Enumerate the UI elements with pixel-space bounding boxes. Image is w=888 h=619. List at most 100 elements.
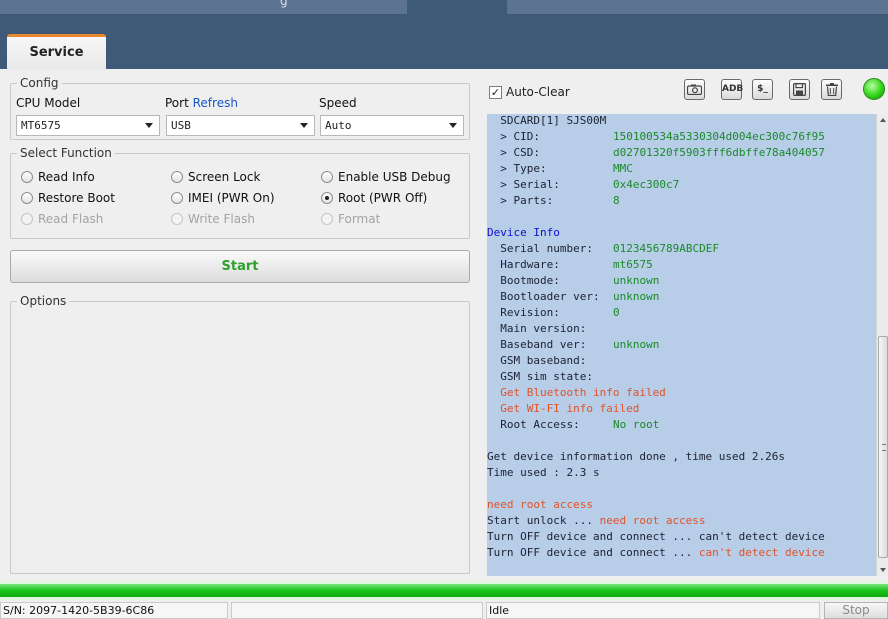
auto-clear-label: Auto-Clear <box>506 85 570 99</box>
log-line: Start unlock ... need root access <box>487 513 706 529</box>
config-title: Config <box>17 76 62 90</box>
scroll-down-icon[interactable] <box>880 568 886 572</box>
log-text: Bootmode: <box>487 274 560 287</box>
radio-button <box>171 213 183 225</box>
function-option-label: Screen Lock <box>188 170 261 184</box>
tab-service[interactable]: Service <box>7 34 106 70</box>
stop-button[interactable]: Stop <box>824 602 888 619</box>
function-option[interactable]: Screen Lock <box>171 170 260 184</box>
radio-button[interactable] <box>321 171 333 183</box>
function-option[interactable]: IMEI (PWR On) <box>171 191 275 205</box>
chevron-down-icon <box>449 123 457 128</box>
auto-clear-checkbox[interactable]: ✓ Auto-Clear <box>489 85 570 99</box>
log-value: MMC <box>613 162 633 175</box>
log-text: GSM sim state: <box>487 370 593 383</box>
log-value: 0 <box>613 306 620 319</box>
log-text: Bootloader ver: <box>487 290 600 303</box>
log-text: Get Bluetooth info failed <box>487 386 666 399</box>
start-button[interactable]: Start <box>10 250 470 283</box>
camera-icon <box>686 84 703 96</box>
log-value: 0123456789ABCDEF <box>613 242 719 255</box>
shell-button[interactable]: $_ <box>752 79 773 100</box>
log-line: Serial number: 0123456789ABCDEF <box>487 241 719 257</box>
log-line: Turn OFF device and connect ... can't de… <box>487 529 825 545</box>
log-console[interactable]: SDCARD[1] SJS00M > CID: 150100534a5330304… <box>487 114 876 576</box>
function-option[interactable]: Root (PWR Off) <box>321 191 427 205</box>
log-text: Time used : 2.3 s <box>487 466 600 479</box>
radio-button[interactable] <box>21 192 33 204</box>
log-text: Turn OFF device and connect ... can't de… <box>487 530 825 543</box>
log-text: Serial number: <box>487 242 593 255</box>
log-line: Get device information done , time used … <box>487 449 785 465</box>
scroll-thumb[interactable] <box>878 336 888 558</box>
log-scrollbar[interactable] <box>876 114 888 576</box>
log-line: > Serial: 0x4ec300c7 <box>487 177 679 193</box>
trash-icon <box>825 83 838 97</box>
log-line: GSM sim state: <box>487 369 593 385</box>
port-value: USB <box>171 119 191 132</box>
function-option[interactable]: Restore Boot <box>21 191 115 205</box>
function-option-label: IMEI (PWR On) <box>188 191 275 205</box>
log-value: d02701320f5903fff6dbffe78a404057 <box>613 146 825 159</box>
save-button[interactable] <box>789 79 810 100</box>
screenshot-button[interactable] <box>684 79 705 100</box>
log-line: Bootloader ver: unknown <box>487 289 659 305</box>
options-group: Options <box>10 294 470 574</box>
radio-button[interactable] <box>171 192 183 204</box>
chevron-down-icon <box>300 123 308 128</box>
log-text: Device Info <box>487 226 560 239</box>
log-line: SDCARD[1] SJS00M <box>487 114 606 129</box>
log-value: unknown <box>613 338 660 351</box>
log-line: Time used : 2.3 s <box>487 465 600 481</box>
log-line: Get Bluetooth info failed <box>487 385 666 401</box>
speed-select[interactable]: Auto <box>320 115 464 136</box>
scroll-up-icon[interactable] <box>880 118 886 122</box>
log-value: unknown <box>613 274 660 287</box>
log-text: > CSD: <box>487 146 540 159</box>
grip-icon <box>882 444 886 451</box>
log-line: Turn OFF device and connect ... can't de… <box>487 545 825 561</box>
log-text: need root access <box>487 498 593 511</box>
log-line: Main version: <box>487 321 586 337</box>
cpu-model-select[interactable]: MT6575 <box>16 115 160 136</box>
delete-button[interactable] <box>821 79 842 100</box>
log-text: GSM baseband: <box>487 354 587 367</box>
cpu-model-label: CPU Model <box>16 96 81 110</box>
cpu-model-value: MT6575 <box>21 119 61 132</box>
function-option-label: Root (PWR Off) <box>338 191 428 205</box>
radio-button[interactable] <box>171 171 183 183</box>
log-line: > CSD: d02701320f5903fff6dbffe78a404057 <box>487 145 825 161</box>
log-line: Root Access: No root <box>487 417 659 433</box>
log-line: need root access <box>487 497 593 513</box>
log-text: Get WI-FI info failed <box>487 402 640 415</box>
log-line: Bootmode: unknown <box>487 273 659 289</box>
log-value: 150100534a5330304d004ec300c76f95 <box>613 130 825 143</box>
function-option-label: Read Info <box>38 170 95 184</box>
port-select[interactable]: USB <box>166 115 315 136</box>
log-value: 0x4ec300c7 <box>613 178 680 191</box>
refresh-link[interactable]: Refresh <box>193 96 238 110</box>
function-option[interactable]: Enable USB Debug <box>321 170 451 184</box>
adb-button[interactable]: ADB <box>721 79 743 100</box>
options-title: Options <box>17 294 70 308</box>
select-function-title: Select Function <box>17 146 115 160</box>
status-bar: S/N: 2097-1420-5B39-6C86 Idle <box>0 601 888 619</box>
log-text: SDCARD[1] SJS00M <box>487 114 607 127</box>
status-middle <box>231 602 483 619</box>
radio-button[interactable] <box>321 192 333 204</box>
auto-clear-box[interactable]: ✓ <box>489 85 502 99</box>
progress-bar <box>0 581 888 600</box>
function-option[interactable]: Read Info <box>21 170 95 184</box>
status-led-icon <box>863 78 885 100</box>
log-value: 8 <box>613 194 620 207</box>
log-value: mt6575 <box>613 258 653 271</box>
log-text: Main version: <box>487 322 587 335</box>
log-text: Get device information done , time used … <box>487 450 786 463</box>
port-label: Port Refresh <box>165 96 238 110</box>
function-option: Read Flash <box>21 212 103 226</box>
radio-button[interactable] <box>21 171 33 183</box>
log-text: > Parts: <box>487 194 554 207</box>
log-line: > CID: 150100534a5330304d004ec300c76f95 <box>487 129 825 145</box>
title-strip-segment <box>407 0 507 14</box>
log-text: Start unlock ... <box>487 514 600 527</box>
